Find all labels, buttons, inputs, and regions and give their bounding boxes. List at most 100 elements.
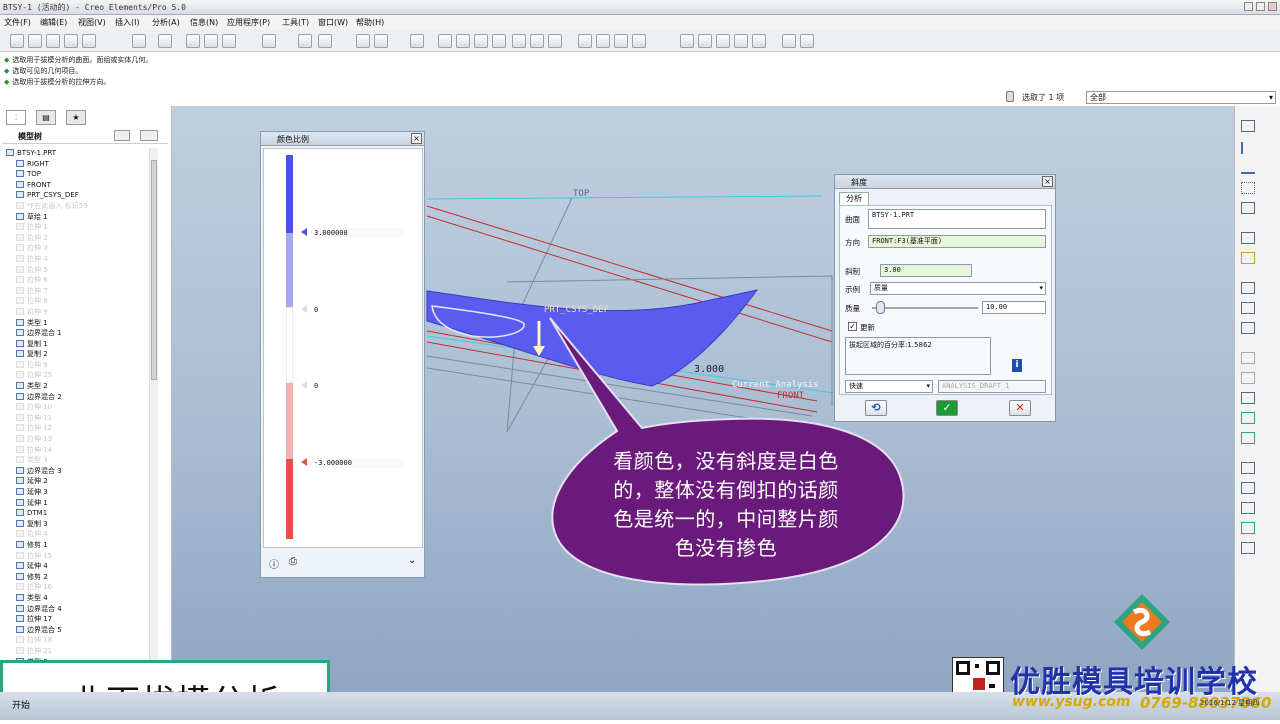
menu-applications[interactable]: 应用程序(P) [227, 17, 270, 28]
tree-item[interactable]: 复制 1 [6, 339, 148, 350]
tab-favorites[interactable]: ★ [66, 110, 86, 125]
tree-item[interactable]: 拉伸 2 [6, 233, 148, 244]
sketch-icon[interactable] [356, 34, 370, 48]
draft-value-field[interactable]: 3.00 [880, 264, 972, 277]
tree-item[interactable]: 复制 3 [6, 519, 148, 530]
datum-plane-icon[interactable] [1241, 120, 1255, 132]
no-hidden-icon[interactable] [614, 34, 628, 48]
new-icon[interactable] [10, 34, 24, 48]
close-button[interactable] [1268, 2, 1277, 11]
tree-item[interactable]: 复制 2 [6, 349, 148, 360]
cancel-button[interactable]: ✕ [1009, 400, 1031, 416]
menu-file[interactable]: 文件(F) [4, 17, 31, 28]
tree-item[interactable]: 边界混合 3 [6, 466, 148, 477]
tree-item[interactable]: 类型 1 [6, 318, 148, 329]
tree-item[interactable]: 拉伸 4 [6, 254, 148, 265]
datum-curve-icon[interactable] [1241, 162, 1255, 174]
reorient-icon[interactable] [492, 34, 506, 48]
save-icon[interactable] [46, 34, 60, 48]
tree-item[interactable]: 拉伸 14 [6, 445, 148, 456]
menu-tools[interactable]: 工具(T) [282, 17, 309, 28]
repaint-button[interactable]: ⟲ [865, 400, 887, 416]
context-help-icon[interactable] [800, 34, 814, 48]
tree-item[interactable]: 拉伸 15 [6, 551, 148, 562]
sketch-tool-icon[interactable] [1241, 232, 1255, 244]
orient-icon[interactable] [374, 34, 388, 48]
start-button[interactable]: 开始 [2, 696, 34, 716]
print-icon[interactable] [64, 34, 78, 48]
select-box-icon[interactable] [318, 34, 332, 48]
tree-item[interactable]: 拉伸 4 [6, 529, 148, 540]
selection-lock-icon[interactable] [1006, 91, 1014, 102]
scale-marker[interactable] [301, 381, 307, 389]
tree-item[interactable]: 拉伸 25 [6, 370, 148, 381]
tree-item[interactable]: TOP [6, 169, 148, 180]
scroll-thumb[interactable] [151, 160, 157, 380]
tree-item[interactable]: 拉伸 13 [6, 434, 148, 445]
tree-item[interactable]: 边界混合 4 [6, 604, 148, 615]
tree-item[interactable]: 拉伸 11 [6, 413, 148, 424]
tree-item[interactable]: 边界混合 2 [6, 392, 148, 403]
mirror-icon[interactable] [1241, 482, 1255, 494]
paste-icon[interactable] [222, 34, 236, 48]
tree-item[interactable]: RIGHT [6, 159, 148, 170]
tree-item[interactable]: 拉伸 16 [6, 582, 148, 593]
tree-item[interactable]: BTSY-1.PRT [6, 148, 148, 159]
quality-slider-track[interactable] [872, 307, 978, 309]
tree-item[interactable]: 拉伸 3 [6, 243, 148, 254]
tree-item[interactable]: 类型 3 [6, 455, 148, 466]
open-icon[interactable] [28, 34, 42, 48]
info-icon[interactable]: i [1012, 359, 1022, 372]
tree-item[interactable]: 拉伸 9 [6, 307, 148, 318]
menu-insert[interactable]: 插入(I) [115, 17, 140, 28]
extrude-icon[interactable] [1241, 252, 1255, 264]
menu-analysis[interactable]: 分析(A) [152, 17, 180, 28]
tree-item[interactable]: 拉伸 18 [6, 635, 148, 646]
zoom-in-icon[interactable] [438, 34, 452, 48]
tree-item[interactable]: FRONT [6, 180, 148, 191]
color-appearance-icon[interactable] [782, 34, 796, 48]
tree-item[interactable]: 拉伸 7 [6, 286, 148, 297]
info-icon[interactable]: ⓘ [269, 556, 279, 571]
maximize-button[interactable] [1256, 2, 1265, 11]
hole-icon[interactable] [1241, 352, 1255, 364]
tree-item[interactable]: 修剪 1 [6, 540, 148, 551]
tree-item[interactable]: 拉伸 12 [6, 423, 148, 434]
copy-icon[interactable] [204, 34, 218, 48]
scale-marker[interactable] [301, 458, 307, 466]
tree-item[interactable]: 修剪 2 [6, 572, 148, 583]
tab-folder-browser[interactable]: ▤ [36, 110, 56, 125]
menu-window[interactable]: 窗口(W) [318, 17, 348, 28]
tree-item[interactable]: 拉伸 1 [6, 222, 148, 233]
tree-item[interactable]: 类型 2 [6, 381, 148, 392]
update-checkbox[interactable]: ✓ [848, 322, 857, 331]
tree-item[interactable]: 拉伸 6 [6, 275, 148, 286]
tree-item[interactable]: 类型 4 [6, 593, 148, 604]
tree-item[interactable]: 边界混合 1 [6, 328, 148, 339]
expand-icon[interactable]: ⌄ [408, 555, 416, 566]
tree-item[interactable]: 拉伸 5 [6, 265, 148, 276]
saved-views-icon[interactable] [512, 34, 526, 48]
tree-item[interactable]: 延伸 2 [6, 476, 148, 487]
direction-field[interactable]: FRONT:F3(基准平面) [868, 235, 1046, 248]
rib-icon[interactable] [1241, 392, 1255, 404]
shaded-icon[interactable] [632, 34, 646, 48]
tree-show-icon[interactable] [140, 130, 158, 141]
print-icon[interactable]: ⎙ [289, 556, 297, 567]
refit-icon[interactable] [474, 34, 488, 48]
redo-icon[interactable] [158, 34, 172, 48]
hidden-line-icon[interactable] [596, 34, 610, 48]
regenerate-icon[interactable] [262, 34, 276, 48]
mode-select[interactable]: 快速 ▾ [845, 380, 933, 393]
selection-filter[interactable]: 全部 ▾ [1086, 91, 1276, 104]
tree-item[interactable]: 拉伸 21 [6, 646, 148, 657]
email-icon[interactable] [82, 34, 96, 48]
extend-icon[interactable] [1241, 542, 1255, 554]
zoom-out-icon[interactable] [456, 34, 470, 48]
layers-icon[interactable] [530, 34, 544, 48]
blend-icon[interactable] [1241, 322, 1255, 334]
tree-item[interactable]: 延伸 1 [6, 498, 148, 509]
display-select[interactable]: 质量 ▾ [870, 282, 1046, 295]
tree-item[interactable]: 拉伸 17 [6, 614, 148, 625]
shell-icon[interactable] [1241, 372, 1255, 384]
